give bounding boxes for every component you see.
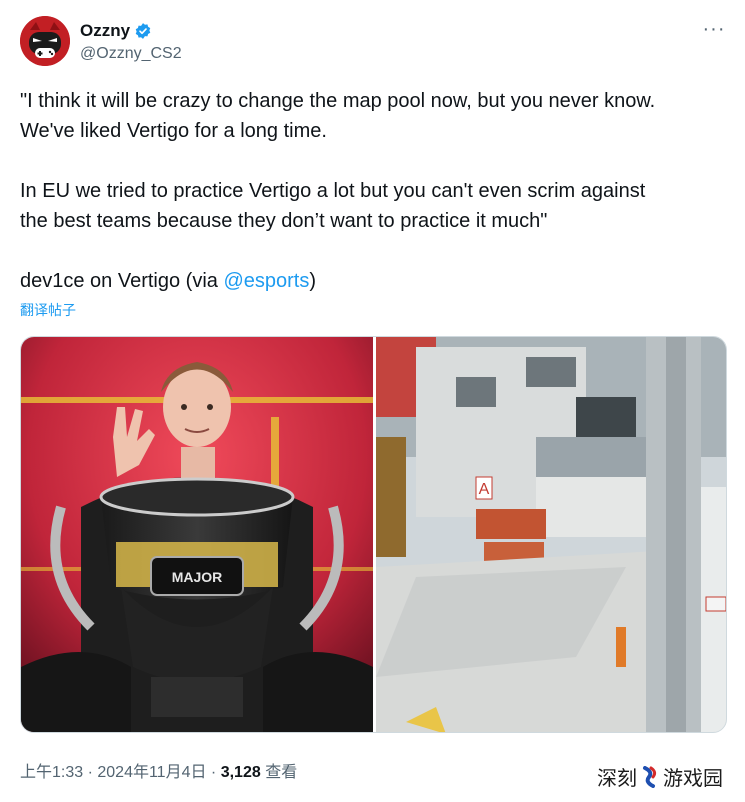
post-date[interactable]: 2024年11月4日 <box>97 764 206 781</box>
tweet-header: Ozzny @Ozzny_CS2 ··· <box>20 16 730 72</box>
photo-player-with-trophy[interactable]: MAJOR <box>21 337 373 732</box>
meta-separator: · <box>83 764 98 781</box>
credit-suffix: ) <box>309 270 317 292</box>
vertigo-map-image: A <box>376 337 726 732</box>
tweet-text: "I think it will be crazy to change the … <box>20 86 730 296</box>
credit-prefix: dev1ce on Vertigo (via <box>20 270 224 292</box>
tweet-line-2: We've liked Vertigo for a long time. <box>20 120 327 142</box>
translate-post-link[interactable]: 翻译帖子 <box>20 300 76 320</box>
watermark-text-right: 游戏园 <box>663 768 723 790</box>
photo-vertigo-map[interactable]: A <box>376 337 726 732</box>
media-grid: MAJOR A <box>20 336 727 733</box>
views-label: 查看 <box>260 764 298 781</box>
display-name-row[interactable]: Ozzny <box>80 20 152 42</box>
tweet-line-1: "I think it will be crazy to change the … <box>20 90 656 112</box>
tweet-line-3: In EU we tried to practice Vertigo a lot… <box>20 180 646 202</box>
ellipsis-icon[interactable]: ··· <box>702 19 726 42</box>
watermark: 深刻 游戏园 <box>597 762 723 791</box>
user-names: Ozzny @Ozzny_CS2 <box>80 20 182 65</box>
trophy-caption: MAJOR <box>172 569 223 585</box>
watermark-logo-icon <box>643 765 657 788</box>
tweet-meta: 上午1:33 · 2024年11月4日 · 3,128 查看 <box>20 758 297 782</box>
display-name[interactable]: Ozzny <box>80 20 130 42</box>
tweet-line-4: the best teams because they don’t want t… <box>20 210 548 232</box>
post-time[interactable]: 上午1:33 <box>20 764 83 781</box>
watermark-text-left: 深刻 <box>597 768 637 790</box>
tweet-credit: dev1ce on Vertigo (via @esports) <box>20 266 730 296</box>
avatar[interactable] <box>20 16 70 66</box>
user-handle[interactable]: @Ozzny_CS2 <box>80 43 182 65</box>
esports-mention-link[interactable]: @esports <box>223 270 309 292</box>
bombsite-sign: A <box>479 481 490 498</box>
views-count: 3,128 <box>220 764 261 781</box>
verified-badge-icon <box>135 23 151 39</box>
player-trophy-image: MAJOR <box>21 337 373 732</box>
gamepad-face-icon <box>20 16 70 66</box>
meta-separator: · <box>206 764 221 781</box>
